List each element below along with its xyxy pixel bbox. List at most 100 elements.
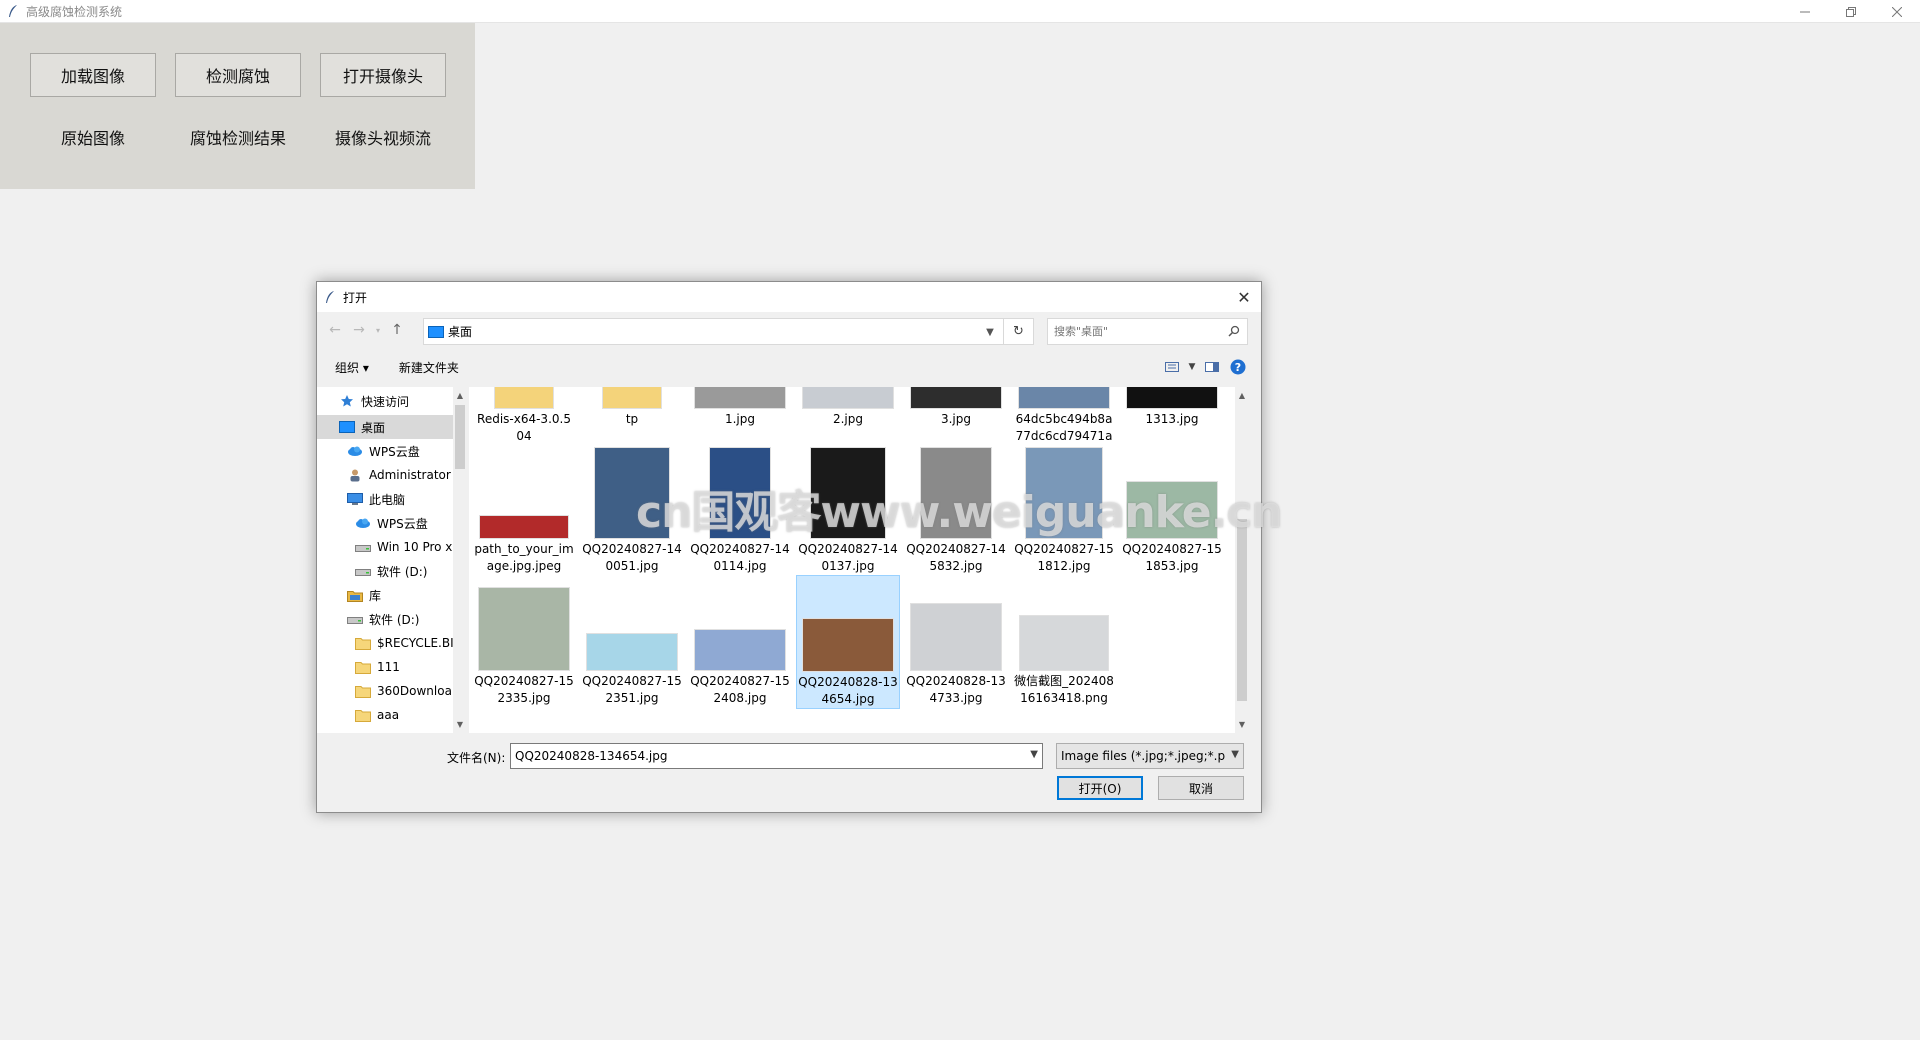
file-item[interactable]: 1313.jpg <box>1120 387 1224 428</box>
computer-icon <box>347 492 363 506</box>
chevron-down-icon[interactable]: ▼ <box>1030 749 1038 760</box>
open-button[interactable]: 打开(O) <box>1057 776 1143 800</box>
load-image-button[interactable]: 加载图像 <box>30 53 156 97</box>
original-image-label: 原始图像 <box>60 129 125 148</box>
file-name: QQ20240827-145832.jpg <box>906 542 1006 573</box>
file-item[interactable]: 3.jpg <box>904 387 1008 428</box>
drive-icon <box>347 612 363 626</box>
file-thumbnail <box>479 515 569 539</box>
folder-icon <box>355 684 371 698</box>
open-camera-button[interactable]: 打开摄像头 <box>320 53 446 97</box>
dialog-close-button[interactable]: ✕ <box>1233 286 1255 308</box>
scroll-thumb[interactable] <box>1237 519 1247 701</box>
tree-item-label: 库 <box>369 588 382 603</box>
new-folder-button[interactable]: 新建文件夹 <box>399 359 459 376</box>
tree-item[interactable]: aaa <box>317 703 453 727</box>
refresh-icon: ↻ <box>1013 324 1024 339</box>
scroll-thumb[interactable] <box>455 405 465 469</box>
help-button[interactable]: ? <box>1225 356 1251 378</box>
file-item[interactable]: 微信截图_20240816163418.png <box>1012 575 1116 707</box>
search-icon[interactable] <box>1227 324 1241 338</box>
organize-menu[interactable]: 组织 ▾ <box>335 359 369 376</box>
recent-locations-button[interactable]: ▾ <box>371 318 385 342</box>
tree-item[interactable]: 360Downloa <box>317 679 453 703</box>
tree-item-label: WPS云盘 <box>369 444 420 459</box>
tree-item[interactable]: $RECYCLE.BI <box>317 631 453 655</box>
filename-input[interactable] <box>515 749 1015 763</box>
navigation-pane: 快速访问 桌面 WPS云盘 Administrator 此电脑 WPS云盘 Win 10 P… <box>317 387 453 733</box>
file-item[interactable]: QQ20240828-134733.jpg <box>904 575 1008 707</box>
file-item[interactable]: QQ20240827-152335.jpg <box>472 575 576 707</box>
arrow-up-icon: ↑ <box>391 322 403 338</box>
thumbnail-area <box>800 576 896 672</box>
preview-pane-icon <box>1205 362 1219 372</box>
refresh-button[interactable]: ↻ <box>1004 318 1034 345</box>
file-item[interactable]: 2.jpg <box>796 387 900 428</box>
cloud-icon <box>347 444 363 458</box>
up-button[interactable]: ↑ <box>385 318 409 342</box>
file-item[interactable]: QQ20240827-152408.jpg <box>688 575 792 707</box>
chevron-down-icon[interactable]: ▼ <box>981 323 999 341</box>
tree-item[interactable]: 软件 (D:) <box>317 607 453 631</box>
library-icon <box>347 588 363 602</box>
search-input[interactable] <box>1054 325 1224 338</box>
view-options-dropdown[interactable]: ▼ <box>1185 356 1199 378</box>
folder-icon <box>355 708 371 722</box>
chevron-down-icon: ▼ <box>1188 362 1196 372</box>
back-button[interactable]: ← <box>323 318 347 342</box>
file-item[interactable]: QQ20240828-134654.jpg <box>796 575 900 709</box>
scroll-up-icon[interactable]: ▲ <box>1235 388 1249 402</box>
file-item[interactable]: 1.jpg <box>688 387 792 428</box>
file-name: QQ20240827-151853.jpg <box>1122 542 1222 573</box>
file-name: QQ20240827-140114.jpg <box>690 542 790 573</box>
thumbnail-area <box>908 575 1004 671</box>
thumbnail-area <box>584 575 680 671</box>
tree-item[interactable]: 桌面 <box>317 415 453 439</box>
tree-item[interactable]: 软件 (D:) <box>317 559 453 583</box>
file-item[interactable]: Redis-x64-3.0.504 <box>472 387 576 445</box>
feather-icon <box>6 4 20 18</box>
file-thumbnail <box>602 387 662 409</box>
tree-item[interactable]: 库 <box>317 583 453 607</box>
window-controls <box>1782 0 1920 23</box>
tree-item-label: 360Downloa <box>377 684 452 698</box>
tree-item[interactable]: 111 <box>317 655 453 679</box>
thumbnail-area <box>476 387 572 409</box>
thumbnail-area <box>1016 575 1112 671</box>
address-bar[interactable]: 桌面 ▼ <box>423 318 1004 345</box>
cancel-button[interactable]: 取消 <box>1158 776 1244 800</box>
change-view-button[interactable] <box>1159 356 1185 378</box>
svg-text:?: ? <box>1235 361 1241 374</box>
close-icon: ✕ <box>1237 287 1251 307</box>
folder-icon <box>355 660 371 674</box>
scroll-up-icon[interactable]: ▲ <box>453 388 467 402</box>
tree-item[interactable]: WPS云盘 <box>317 511 453 535</box>
file-item[interactable]: QQ20240827-152351.jpg <box>580 575 684 707</box>
thumbnail-area <box>476 575 572 671</box>
preview-pane-button[interactable] <box>1199 356 1225 378</box>
file-thumbnail <box>1126 387 1218 409</box>
tree-item[interactable]: WPS云盘 <box>317 439 453 463</box>
file-list-scrollbar[interactable]: ▲ ▼ <box>1235 387 1249 733</box>
tree-item-label: $RECYCLE.BI <box>377 636 453 650</box>
navigation-bar: ← → ▾ ↑ 桌面 ▼ ↻ <box>317 315 1261 345</box>
scroll-down-icon[interactable]: ▼ <box>453 717 467 731</box>
tree-item[interactable]: 快速访问 <box>317 389 453 413</box>
navigation-scrollbar[interactable]: ▲ ▼ <box>453 387 467 733</box>
close-button[interactable] <box>1874 0 1920 23</box>
detect-corrosion-button[interactable]: 检测腐蚀 <box>175 53 301 97</box>
tree-item[interactable]: Administrator <box>317 463 453 487</box>
minimize-button[interactable] <box>1782 0 1828 23</box>
file-item[interactable]: tp <box>580 387 684 428</box>
forward-button[interactable]: → <box>347 318 371 342</box>
drive-icon <box>355 540 371 554</box>
restore-button[interactable] <box>1828 0 1874 23</box>
filetype-select[interactable]: Image files (*.jpg;*.jpeg;*.png) ▼ <box>1056 743 1244 769</box>
tree-item[interactable]: 此电脑 <box>317 487 453 511</box>
command-bar: 组织 ▾ 新建文件夹 ▼ ? <box>317 356 1261 378</box>
tree-item[interactable]: Win 10 Pro x <box>317 535 453 559</box>
scroll-down-icon[interactable]: ▼ <box>1235 717 1249 731</box>
file-thumbnail <box>586 633 678 671</box>
file-item[interactable]: path_to_your_image.jpg.jpeg <box>472 443 576 575</box>
address-text: 桌面 <box>448 325 473 339</box>
